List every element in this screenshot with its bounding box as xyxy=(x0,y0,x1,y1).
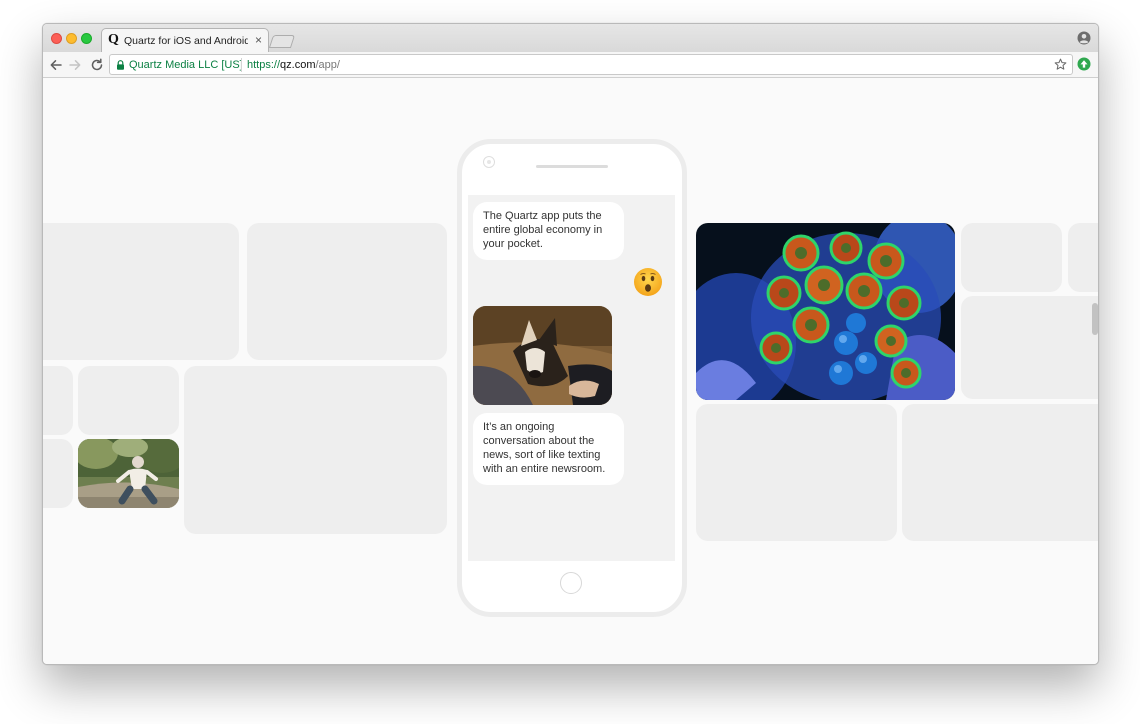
placeholder-tile xyxy=(184,366,447,534)
tai-chi-photo-image xyxy=(78,439,179,508)
minimize-window-button[interactable] xyxy=(66,33,77,44)
star-icon[interactable] xyxy=(1054,58,1067,71)
lock-icon xyxy=(117,60,124,70)
phone-home-button xyxy=(560,572,582,594)
placeholder-tile xyxy=(1068,223,1098,292)
dog-photo-image xyxy=(473,306,612,405)
tai-chi-photo[interactable] xyxy=(78,439,179,508)
placeholder-tile xyxy=(247,223,447,360)
browser-window: Q Quartz for iOS and Android — × Quar xyxy=(42,23,1099,665)
quartz-favicon-icon: Q xyxy=(108,32,119,47)
address-bar[interactable]: Quartz Media LLC [US] https://qz.com/app… xyxy=(109,54,1073,75)
placeholder-tile xyxy=(696,404,897,541)
dog-photo[interactable] xyxy=(473,306,612,405)
browser-toolbar: Quartz Media LLC [US] https://qz.com/app… xyxy=(43,52,1098,78)
url-path: /app/ xyxy=(315,59,340,71)
close-window-button[interactable] xyxy=(51,33,62,44)
chat-message-bubble: It’s an ongoing conversation about the n… xyxy=(473,413,624,485)
page-content: The Quartz app puts the entire global ec… xyxy=(43,79,1098,664)
new-tab-button[interactable] xyxy=(268,35,296,48)
hushed-face-emoji-icon xyxy=(634,268,662,296)
phone-camera xyxy=(483,156,495,168)
placeholder-tile xyxy=(43,223,239,360)
tab-quartz-app[interactable]: Q Quartz for iOS and Android — × xyxy=(101,28,269,52)
url-host: qz.com xyxy=(280,59,316,71)
phone-mockup: The Quartz app puts the entire global ec… xyxy=(457,139,687,617)
placeholder-tile xyxy=(961,296,1098,399)
page-scrollbar-thumb[interactable] xyxy=(1092,303,1098,335)
address-bar-separator xyxy=(241,58,242,72)
site-identity-label[interactable]: Quartz Media LLC [US] xyxy=(129,59,243,71)
placeholder-tile xyxy=(43,439,73,508)
reload-icon[interactable] xyxy=(89,57,105,73)
arrow-left-icon[interactable] xyxy=(48,57,64,73)
chat-screen: The Quartz app puts the entire global ec… xyxy=(468,195,675,561)
maximize-window-button[interactable] xyxy=(81,33,92,44)
extension-icon[interactable] xyxy=(1077,57,1091,71)
placeholder-tile xyxy=(961,223,1062,292)
chat-message-bubble: The Quartz app puts the entire global ec… xyxy=(473,202,624,260)
coral-polyps-photo[interactable] xyxy=(696,223,955,400)
placeholder-tile xyxy=(43,366,73,435)
phone-speaker xyxy=(536,165,608,168)
tab-bar: Q Quartz for iOS and Android — × xyxy=(43,24,1098,52)
placeholder-tile xyxy=(78,366,179,435)
url-scheme: https:// xyxy=(247,59,281,71)
placeholder-tile xyxy=(902,404,1098,541)
tab-title: Quartz for iOS and Android — xyxy=(124,35,248,47)
coral-polyps-image xyxy=(696,223,955,400)
arrow-right-icon[interactable] xyxy=(67,57,83,73)
profile-icon[interactable] xyxy=(1077,31,1091,45)
url-text[interactable]: https://qz.com/app/ xyxy=(247,59,340,71)
tab-close-icon[interactable]: × xyxy=(255,33,262,47)
